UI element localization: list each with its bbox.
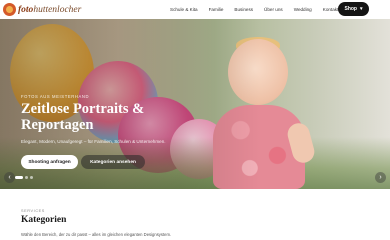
chevron-down-icon: ▾ xyxy=(359,6,363,12)
chevron-left-icon: ‹ xyxy=(8,174,11,181)
logo-mark-icon xyxy=(3,3,16,16)
main-nav: Schule & Kita Familie Business Über uns … xyxy=(170,0,349,19)
slider-prev-button[interactable]: ‹ xyxy=(4,172,15,183)
nav-item-kontakt[interactable]: Kontakt xyxy=(323,7,339,12)
shop-button[interactable]: Shop ▾ xyxy=(338,2,369,16)
logo[interactable]: fotohuttenlocher xyxy=(3,2,81,17)
nav-item-ueber-uns[interactable]: Über uns xyxy=(264,7,283,12)
section-title: Kategorien xyxy=(21,215,67,225)
request-shooting-button[interactable]: Shooting anfragen xyxy=(21,155,78,169)
hero-overline: Fotos aus Meisterhand xyxy=(21,94,90,99)
hero-title: Zeitlose Portraits & Reportagen xyxy=(21,101,145,133)
shop-label: Shop xyxy=(344,6,357,12)
slider-dot-1[interactable] xyxy=(15,176,23,179)
section-description: Wähle den Bereich, der zu dir passt – al… xyxy=(21,232,172,237)
site-header: fotohuttenlocher Schule & Kita Familie B… xyxy=(0,0,390,19)
nav-item-schule-kita[interactable]: Schule & Kita xyxy=(170,7,198,12)
nav-item-wedding[interactable]: Wedding xyxy=(294,7,312,12)
view-categories-button[interactable]: Kategorien ansehen xyxy=(81,155,145,169)
nav-item-familie[interactable]: Familie xyxy=(209,7,224,12)
logo-text: fotohuttenlocher xyxy=(18,4,82,15)
chevron-right-icon: › xyxy=(379,174,382,181)
hero-subtitle: Elegant, Modern, Unaufgeregt – für Famil… xyxy=(21,139,166,144)
slider-dots xyxy=(15,176,35,179)
nav-item-business[interactable]: Business xyxy=(234,7,253,12)
slider-next-button[interactable]: › xyxy=(375,172,386,183)
slider-dot-3[interactable] xyxy=(30,176,33,179)
section-overline: Services xyxy=(21,209,45,213)
slider-dot-2[interactable] xyxy=(25,176,28,179)
